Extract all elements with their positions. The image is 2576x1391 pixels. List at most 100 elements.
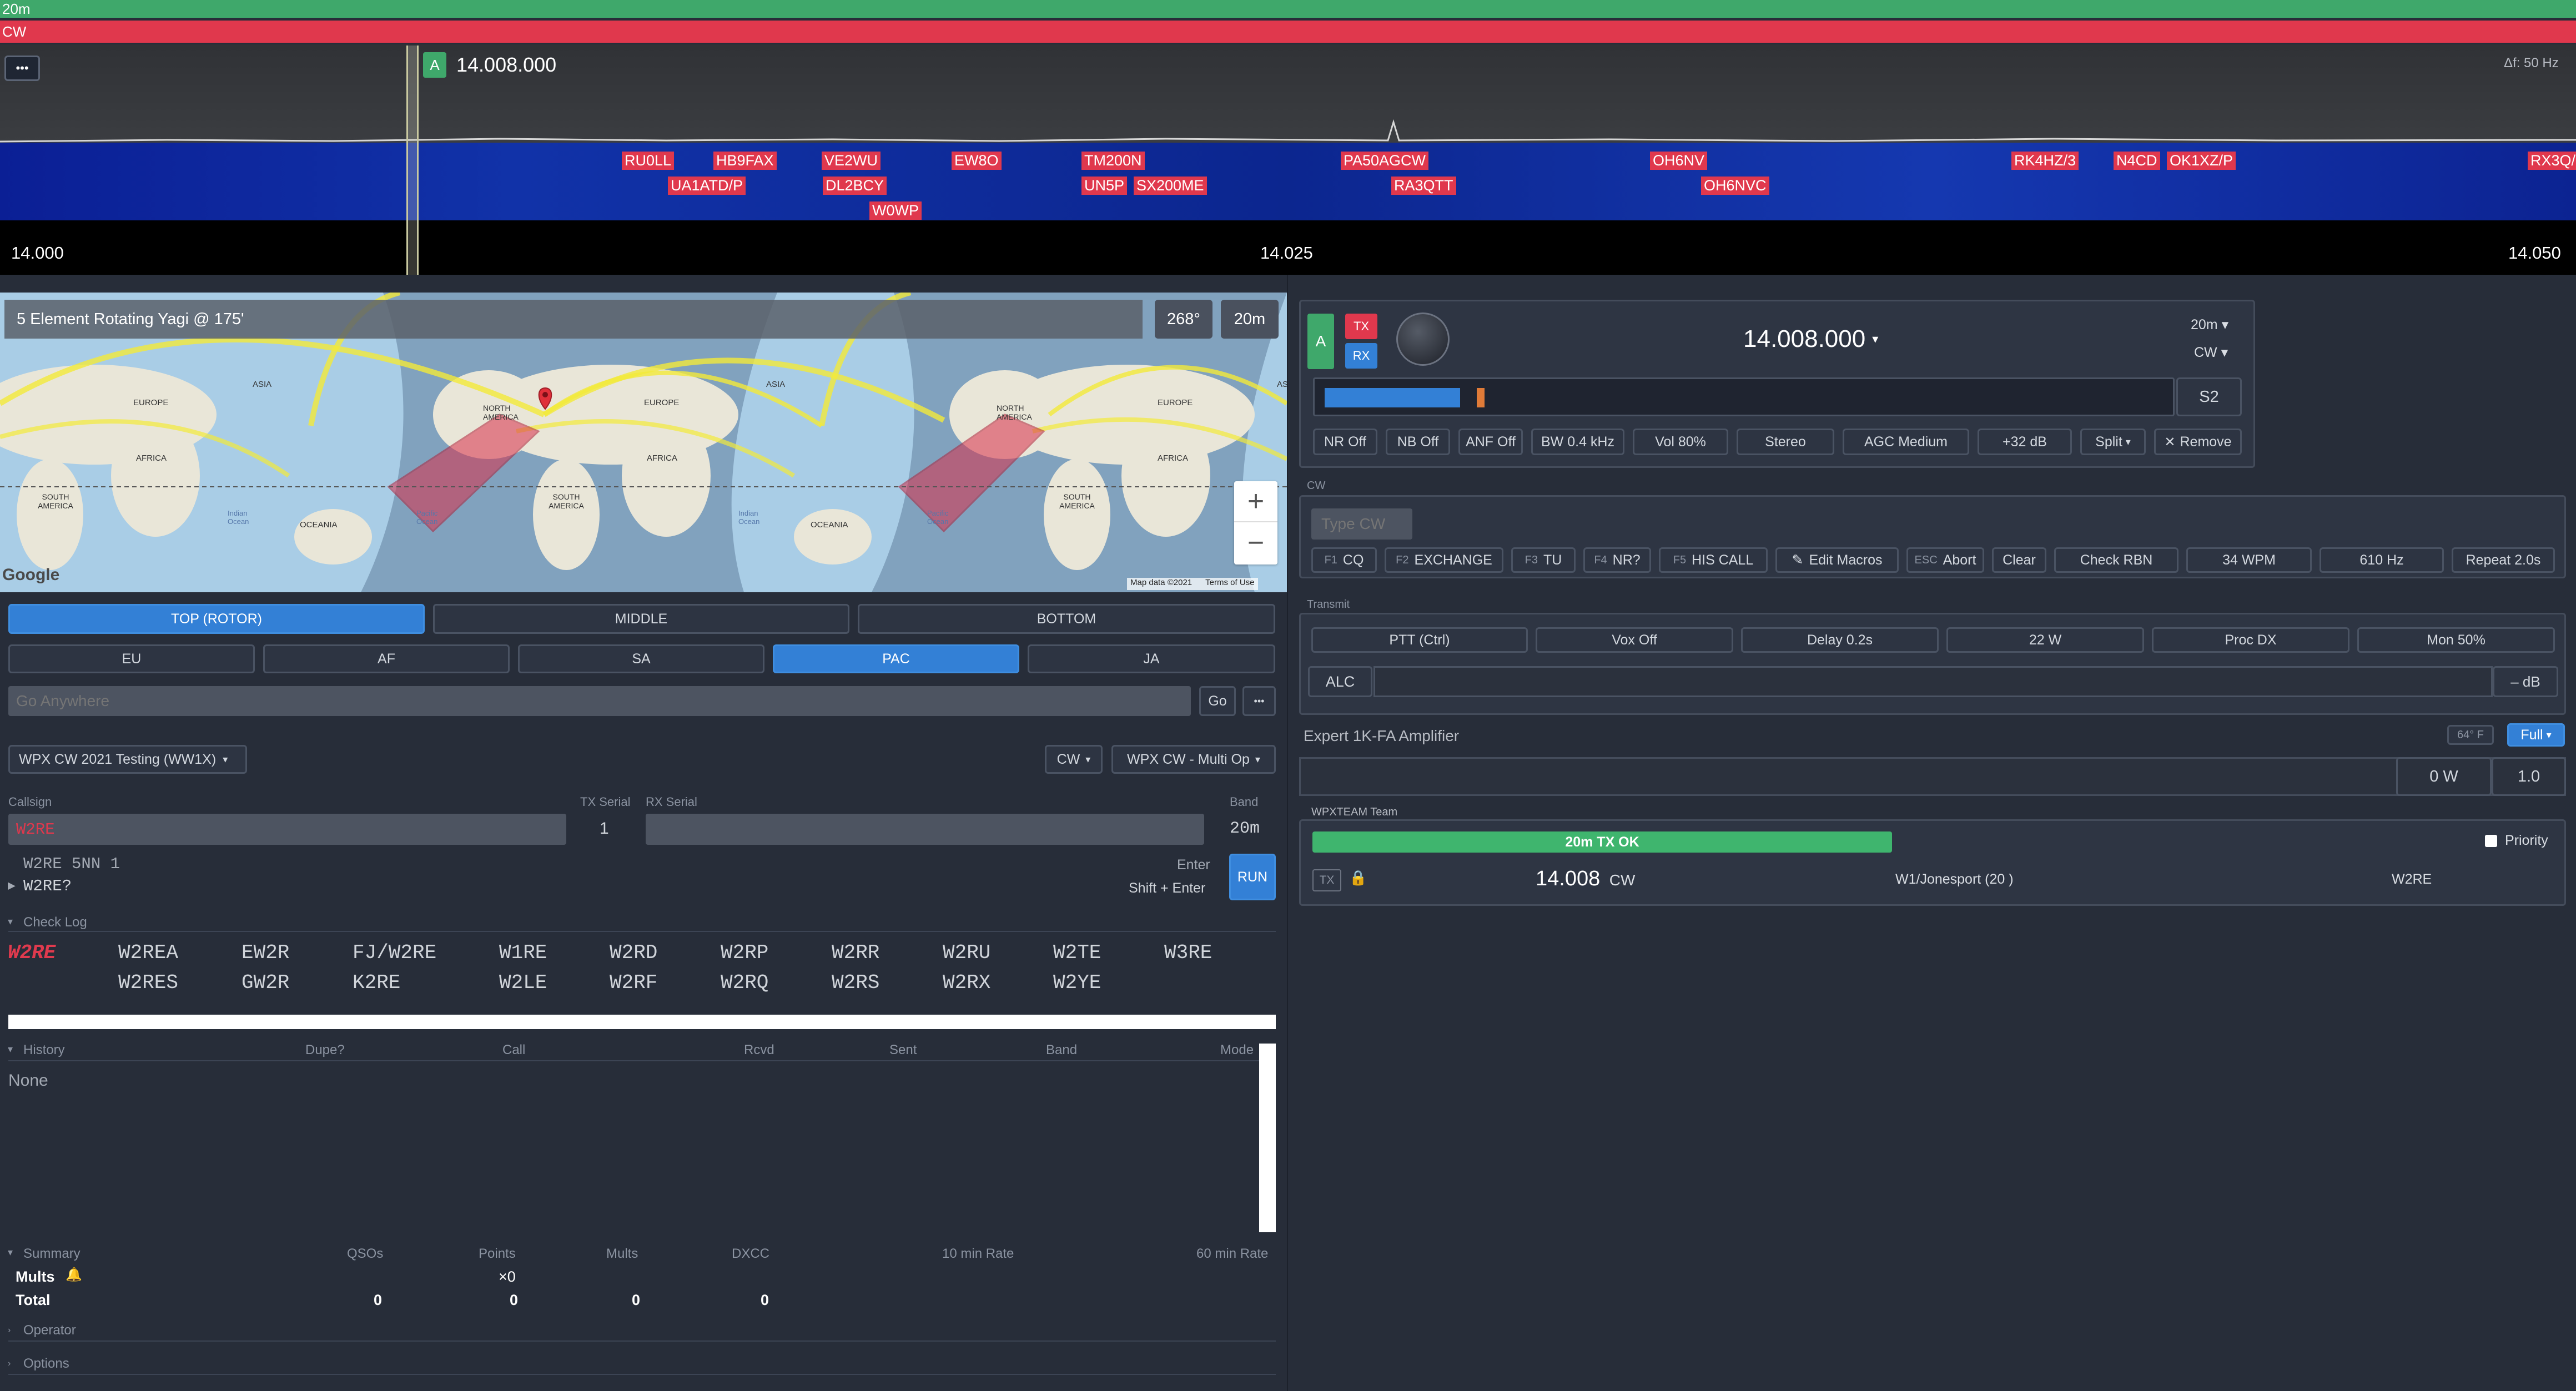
radio-mode-select[interactable]: CW ▾	[2194, 344, 2228, 361]
type-cw-input[interactable]	[1311, 508, 1412, 540]
proc-button[interactable]: Proc DX	[2152, 627, 2349, 653]
wpm-button[interactable]: 34 WPM	[2186, 547, 2312, 573]
spot-tag[interactable]: UA1ATD/P	[668, 177, 746, 195]
spot-tag[interactable]: RX3Q/	[2528, 152, 2576, 170]
priority-checkbox[interactable]	[2485, 835, 2497, 847]
macro-f3-button[interactable]: F3 TU	[1511, 547, 1576, 573]
spot-tag[interactable]: OH6NV	[1650, 152, 1708, 170]
macro-f5-button[interactable]: F5 HIS CALL	[1659, 547, 1768, 573]
anf-button[interactable]: ANF Off	[1458, 429, 1523, 455]
go-more-button[interactable]: •••	[1242, 686, 1276, 716]
zoom-in-button[interactable]: +	[1234, 481, 1277, 522]
monitor-button[interactable]: Mon 50%	[2357, 627, 2555, 653]
contest-select[interactable]: WPX CW 2021 Testing (WW1X) ▾	[8, 745, 247, 774]
tab-top-rotor[interactable]: TOP (ROTOR)	[8, 604, 425, 634]
stereo-button[interactable]: Stereo	[1737, 429, 1834, 455]
remove-button[interactable]: ✕ Remove	[2154, 429, 2242, 455]
spot-tag[interactable]: VE2WU	[822, 152, 881, 170]
run-button[interactable]: RUN	[1229, 854, 1276, 900]
tab-middle[interactable]: MIDDLE	[433, 604, 849, 634]
check-call[interactable]: GW2R	[242, 971, 289, 994]
history-scrollbar[interactable]	[1259, 1044, 1276, 1232]
check-call[interactable]: W2RQ	[721, 971, 768, 994]
region-eu[interactable]: EU	[8, 644, 255, 673]
spot-tag[interactable]: N4CD	[2114, 152, 2160, 170]
region-sa[interactable]: SA	[518, 644, 764, 673]
delay-button[interactable]: Delay 0.2s	[1741, 627, 1939, 653]
vox-button[interactable]: Vox Off	[1536, 627, 1733, 653]
check-call[interactable]: W2RF	[610, 971, 657, 994]
spot-tag[interactable]: EW8O	[952, 152, 1002, 170]
zoom-out-button[interactable]: −	[1234, 522, 1277, 563]
nr-button[interactable]: NR Off	[1313, 429, 1377, 455]
spot-tag[interactable]: RK4HZ/3	[2011, 152, 2079, 170]
go-button[interactable]: Go	[1199, 686, 1236, 716]
abort-button[interactable]: ESC Abort	[1906, 547, 1984, 573]
check-call[interactable]: W2RS	[832, 971, 879, 994]
spot-tag[interactable]: TM200N	[1081, 152, 1145, 170]
spot-tag[interactable]: OH6NVC	[1701, 177, 1769, 195]
spot-tag[interactable]: SX200ME	[1134, 177, 1207, 195]
panel-splitter[interactable]	[1287, 275, 1288, 1391]
agc-button[interactable]: AGC Medium	[1843, 429, 1969, 455]
check-call[interactable]: K2RE	[353, 971, 400, 994]
vol-button[interactable]: Vol 80%	[1633, 429, 1728, 455]
rx-serial-input[interactable]	[646, 814, 1204, 845]
radio-band-select[interactable]: 20m ▾	[2191, 316, 2228, 333]
spot-tag[interactable]: OK1XZ/P	[2167, 152, 2236, 170]
clear-button[interactable]: Clear	[1992, 547, 2046, 573]
spot-tag[interactable]: RU0LL	[622, 152, 675, 170]
check-call[interactable]: W2LE	[499, 971, 547, 994]
options-section[interactable]: Options	[23, 1356, 69, 1372]
check-call[interactable]: W2RD	[610, 941, 657, 964]
pitch-button[interactable]: 610 Hz	[2320, 547, 2444, 573]
spectrum-menu-button[interactable]: •••	[4, 56, 40, 81]
macro-f1-button[interactable]: F1 CQ	[1311, 547, 1377, 573]
check-call[interactable]: W2RP	[721, 941, 768, 964]
check-call[interactable]: W2RU	[943, 941, 990, 964]
region-ja[interactable]: JA	[1028, 644, 1275, 673]
contest-category-select[interactable]: WPX CW - Multi Op ▾	[1111, 745, 1276, 774]
operator-section[interactable]: Operator	[23, 1323, 76, 1338]
tab-bottom[interactable]: BOTTOM	[858, 604, 1275, 634]
macro-f2-button[interactable]: F2 EXCHANGE	[1385, 547, 1503, 573]
preamp-button[interactable]: +32 dB	[1978, 429, 2072, 455]
check-rbn-button[interactable]: Check RBN	[2054, 547, 2178, 573]
contest-mode-select[interactable]: CW ▾	[1045, 745, 1103, 774]
bw-button[interactable]: BW 0.4 kHz	[1531, 429, 1624, 455]
check-call[interactable]: W2REA	[118, 941, 178, 964]
amp-mode-select[interactable]: Full ▾	[2507, 723, 2565, 747]
check-call[interactable]: FJ/W2RE	[353, 941, 436, 964]
check-call[interactable]: W3RE	[1164, 941, 1212, 964]
repeat-button[interactable]: Repeat 2.0s	[2452, 547, 2555, 573]
power-button[interactable]: 22 W	[1946, 627, 2144, 653]
spot-tag[interactable]: PA50AGCW	[1341, 152, 1429, 170]
check-call[interactable]: W2TE	[1053, 941, 1101, 964]
ptt-button[interactable]: PTT (Ctrl)	[1311, 627, 1528, 653]
spot-tag[interactable]: HB9FAX	[713, 152, 777, 170]
check-call[interactable]: EW2R	[242, 941, 289, 964]
check-call[interactable]: W2RES	[118, 971, 178, 994]
radio-vfo-badge[interactable]: A	[1307, 314, 1334, 369]
callsign-input[interactable]: W2RE	[8, 814, 566, 845]
region-pac[interactable]: PAC	[773, 644, 1019, 673]
nb-button[interactable]: NB Off	[1386, 429, 1450, 455]
check-call[interactable]: W2RR	[832, 941, 879, 964]
check-call[interactable]: W2YE	[1053, 971, 1101, 994]
macro-f4-button[interactable]: F4 NR?	[1583, 547, 1651, 573]
check-call-exact[interactable]: W2RE	[8, 941, 56, 964]
split-button[interactable]: Split ▾	[2080, 429, 2146, 455]
terms-link[interactable]: Terms of Use	[1205, 578, 1254, 590]
spot-tag[interactable]: W0WP	[869, 201, 922, 220]
go-anywhere-input[interactable]	[8, 686, 1191, 716]
check-call[interactable]: W1RE	[499, 941, 547, 964]
region-af[interactable]: AF	[263, 644, 510, 673]
edit-macros-button[interactable]: ✎ Edit Macros	[1775, 547, 1899, 573]
spot-tag[interactable]: DL2BCY	[823, 177, 887, 195]
tuning-cursor[interactable]	[406, 46, 419, 275]
spot-tag[interactable]: RA3QTT	[1391, 177, 1456, 195]
tuning-knob-icon[interactable]	[1396, 313, 1450, 366]
spot-tag[interactable]: UN5P	[1081, 177, 1128, 195]
radio-frequency-select[interactable]: 14.008.000 ▾	[1743, 325, 1878, 353]
check-call[interactable]: W2RX	[943, 971, 990, 994]
